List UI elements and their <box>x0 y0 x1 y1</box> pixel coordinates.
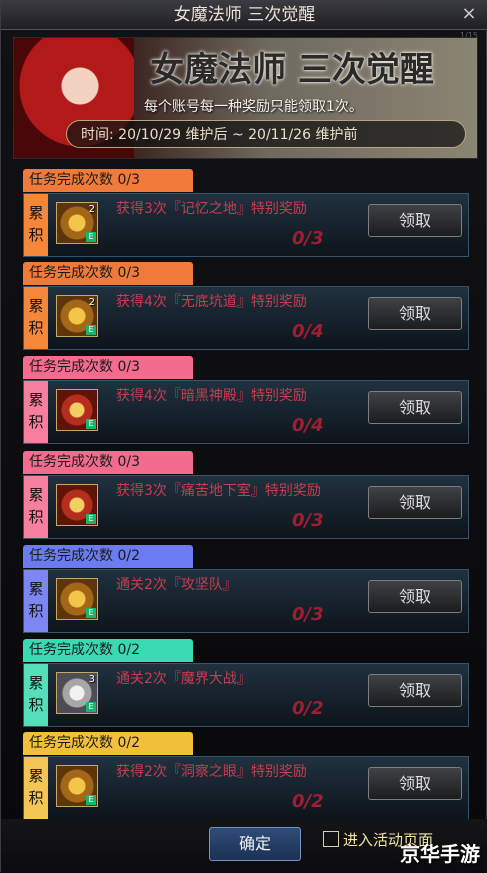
footer-bar: 确定 进入活动页面 京华手游 <box>1 819 487 873</box>
grade-badge: E <box>86 702 96 712</box>
task-progress: 0/3 <box>292 228 324 249</box>
task-description: 获得3次『痛苦地下室』特别奖励 <box>116 483 321 499</box>
window-titlebar: 女魔法师 三次觉醒 × <box>1 1 487 30</box>
reward-count: 2 <box>88 204 95 215</box>
accumulate-top: 累 <box>28 391 44 409</box>
task-header: 任务完成次数 0/3 <box>23 262 193 285</box>
task-body: 累 积 E 获得4次『暗黑神殿』特别奖励 0/4 领取 <box>23 380 469 444</box>
task-description: 通关2次『魔界大战』 <box>116 671 251 687</box>
reward-item-icon[interactable]: E <box>56 765 98 807</box>
accumulate-label: 累 积 <box>24 194 48 256</box>
task-card: 任务完成次数 0/2 累 积 E 获得2次『洞察之眼』特别奖励 0/2 领取 <box>23 732 469 820</box>
task-card: 任务完成次数 0/3 累 积 E 获得4次『暗黑神殿』特别奖励 0/4 领取 <box>23 356 469 444</box>
claim-button[interactable]: 领取 <box>368 486 462 519</box>
task-card: 任务完成次数 0/3 累 积 2 E 获得4次『无底坑道』特别奖励 0/4 领取 <box>23 262 469 350</box>
claim-button[interactable]: 领取 <box>368 767 462 800</box>
grade-badge: E <box>86 514 96 524</box>
reward-item-icon[interactable]: 2 E <box>56 202 98 244</box>
accumulate-bottom: 积 <box>28 319 44 337</box>
banner-title: 女魔法师 三次觉醒 <box>150 50 434 90</box>
task-body: 累 积 3 E 通关2次『魔界大战』 0/2 领取 <box>23 663 469 727</box>
claim-button[interactable]: 领取 <box>368 297 462 330</box>
claim-button[interactable]: 领取 <box>368 204 462 237</box>
accumulate-bottom: 积 <box>28 508 44 526</box>
event-time: 时间: 20/10/29 维护后 ~ 20/11/26 维护前 <box>66 120 466 148</box>
task-description: 获得4次『无底坑道』特别奖励 <box>116 294 307 310</box>
task-header: 任务完成次数 0/2 <box>23 639 193 662</box>
grade-badge: E <box>86 325 96 335</box>
accumulate-label: 累 积 <box>24 664 48 726</box>
task-card: 任务完成次数 0/2 累 积 3 E 通关2次『魔界大战』 0/2 领取 <box>23 639 469 727</box>
task-header: 任务完成次数 0/2 <box>23 545 193 568</box>
task-body: 累 积 E 获得2次『洞察之眼』特别奖励 0/2 领取 <box>23 756 469 820</box>
task-body: 累 积 2 E 获得3次『记忆之地』特别奖励 0/3 领取 <box>23 193 469 257</box>
watermark-text: 京华手游 <box>400 842 480 866</box>
reward-item-icon[interactable]: E <box>56 389 98 431</box>
accumulate-top: 累 <box>28 297 44 315</box>
event-banner: 女魔法师 三次觉醒 每个账号每一种奖励只能领取1次。 时间: 20/10/29 … <box>13 37 478 159</box>
task-description: 获得3次『记忆之地』特别奖励 <box>116 201 307 217</box>
reward-item-icon[interactable]: E <box>56 578 98 620</box>
accumulate-label: 累 积 <box>24 570 48 632</box>
task-header: 任务完成次数 0/3 <box>23 451 193 474</box>
task-header: 任务完成次数 0/2 <box>23 732 193 755</box>
confirm-button[interactable]: 确定 <box>209 827 301 861</box>
accumulate-label: 累 积 <box>24 476 48 538</box>
task-body: 累 积 2 E 获得4次『无底坑道』特别奖励 0/4 领取 <box>23 286 469 350</box>
reward-item-icon[interactable]: 2 E <box>56 295 98 337</box>
task-description: 获得4次『暗黑神殿』特别奖励 <box>116 388 307 404</box>
accumulate-top: 累 <box>28 204 44 222</box>
claim-button[interactable]: 领取 <box>368 391 462 424</box>
window-title: 女魔法师 三次觉醒 <box>173 5 316 25</box>
task-description: 获得2次『洞察之眼』特别奖励 <box>116 764 307 780</box>
task-card: 任务完成次数 0/3 累 积 E 获得3次『痛苦地下室』特别奖励 0/3 领取 <box>23 451 469 539</box>
task-progress: 0/3 <box>292 510 324 531</box>
close-icon[interactable]: × <box>460 5 478 23</box>
task-header: 任务完成次数 0/3 <box>23 356 193 379</box>
reward-item-icon[interactable]: E <box>56 484 98 526</box>
grade-badge: E <box>86 419 96 429</box>
accumulate-bottom: 积 <box>28 602 44 620</box>
task-progress: 0/4 <box>292 321 324 342</box>
accumulate-top: 累 <box>28 674 44 692</box>
reward-item-icon[interactable]: 3 E <box>56 672 98 714</box>
task-description: 通关2次『攻坚队』 <box>116 577 237 593</box>
task-progress: 0/2 <box>292 698 324 719</box>
task-card: 任务完成次数 0/2 累 积 E 通关2次『攻坚队』 0/3 领取 <box>23 545 469 633</box>
banner-subtitle: 每个账号每一种奖励只能领取1次。 <box>144 99 363 115</box>
accumulate-top: 累 <box>28 486 44 504</box>
grade-badge: E <box>86 608 96 618</box>
grade-badge: E <box>86 795 96 805</box>
event-window: 女魔法师 三次觉醒 × 1/15 女魔法师 三次觉醒 每个账号每一种奖励只能领取… <box>0 0 487 873</box>
task-header: 任务完成次数 0/3 <box>23 169 193 192</box>
accumulate-label: 累 积 <box>24 381 48 443</box>
claim-button[interactable]: 领取 <box>368 580 462 613</box>
task-card: 任务完成次数 0/3 累 积 2 E 获得3次『记忆之地』特别奖励 0/3 领取 <box>23 169 469 257</box>
accumulate-top: 累 <box>28 767 44 785</box>
reward-count: 3 <box>88 674 95 685</box>
accumulate-bottom: 积 <box>28 789 44 807</box>
reward-count: 2 <box>88 297 95 308</box>
grade-badge: E <box>86 232 96 242</box>
accumulate-bottom: 积 <box>28 696 44 714</box>
task-progress: 0/2 <box>292 791 324 812</box>
task-progress: 0/3 <box>292 604 324 625</box>
accumulate-label: 累 积 <box>24 287 48 349</box>
claim-button[interactable]: 领取 <box>368 674 462 707</box>
task-progress: 0/4 <box>292 415 324 436</box>
accumulate-top: 累 <box>28 580 44 598</box>
task-body: 累 积 E 通关2次『攻坚队』 0/3 领取 <box>23 569 469 633</box>
accumulate-label: 累 积 <box>24 757 48 819</box>
page-icon <box>323 831 339 847</box>
accumulate-bottom: 积 <box>28 413 44 431</box>
accumulate-bottom: 积 <box>28 226 44 244</box>
task-body: 累 积 E 获得3次『痛苦地下室』特别奖励 0/3 领取 <box>23 475 469 539</box>
